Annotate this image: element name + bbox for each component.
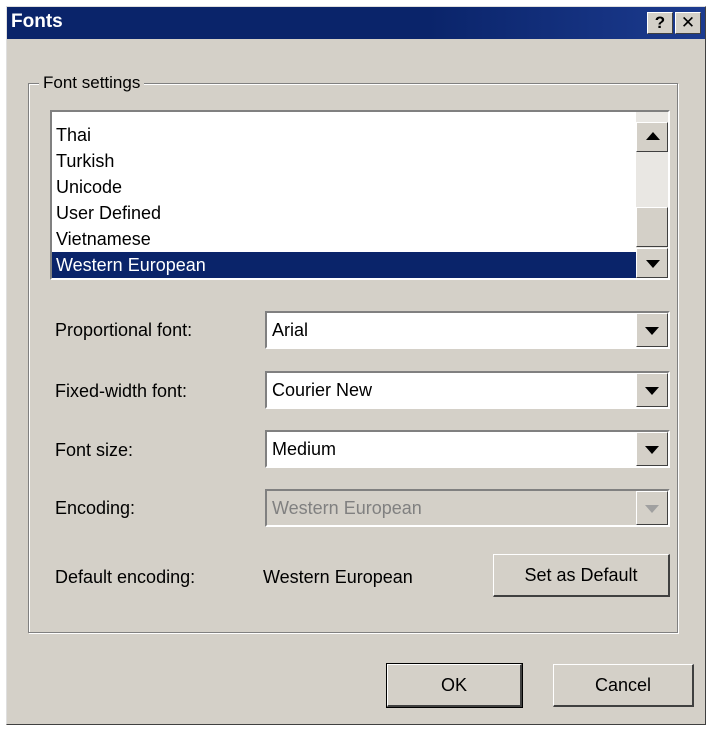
- list-item[interactable]: Unicode: [56, 174, 122, 200]
- fixed-width-font-dropdown-button[interactable]: [636, 373, 668, 407]
- chevron-down-icon: [645, 446, 659, 454]
- encoding-value: Western European: [272, 498, 422, 518]
- font-size-value: Medium: [272, 439, 337, 459]
- ok-button[interactable]: OK: [386, 663, 523, 708]
- fixed-width-font-label: Fixed-width font:: [55, 381, 188, 401]
- proportional-font-dropdown-button[interactable]: [636, 313, 668, 347]
- scroll-up-button[interactable]: [636, 122, 668, 152]
- fixed-width-font-value: Courier New: [272, 380, 373, 400]
- font-size-select[interactable]: Medium: [265, 430, 670, 468]
- character-set-list[interactable]: Thai Turkish Unicode User Defined Vietna…: [50, 110, 670, 280]
- fixed-width-font-select[interactable]: Courier New: [265, 371, 670, 409]
- vertical-scrollbar[interactable]: [636, 112, 668, 278]
- set-as-default-button[interactable]: Set as Default: [493, 554, 670, 597]
- encoding-label: Encoding:: [55, 498, 136, 518]
- list-item-selected[interactable]: Western European: [52, 252, 638, 278]
- chevron-down-icon: [645, 387, 659, 395]
- chevron-down-icon: [645, 505, 659, 513]
- proportional-font-select[interactable]: Arial: [265, 311, 670, 349]
- proportional-font-label: Proportional font:: [55, 320, 193, 340]
- help-icon: ?: [654, 13, 666, 32]
- list-item[interactable]: Thai: [56, 122, 91, 148]
- font-size-dropdown-button[interactable]: [636, 432, 668, 466]
- default-encoding-label: Default encoding:: [55, 567, 196, 587]
- down-arrow-icon: [646, 260, 660, 268]
- close-button[interactable]: ✕: [675, 12, 701, 34]
- font-size-label: Font size:: [55, 440, 134, 460]
- default-encoding-value: Western European: [263, 567, 413, 587]
- group-legend: Font settings: [39, 73, 145, 93]
- window-title: Fonts: [11, 11, 63, 32]
- proportional-font-value: Arial: [272, 320, 309, 340]
- close-icon: ✕: [680, 13, 696, 32]
- encoding-dropdown-button: [636, 491, 668, 525]
- list-item[interactable]: Turkish: [56, 148, 114, 174]
- help-button[interactable]: ?: [647, 12, 673, 34]
- chevron-down-icon: [645, 327, 659, 335]
- title-bar[interactable]: Fonts ? ✕: [7, 7, 705, 39]
- up-arrow-icon: [646, 132, 660, 140]
- scroll-down-button[interactable]: [636, 248, 668, 278]
- list-item[interactable]: User Defined: [56, 200, 161, 226]
- list-item[interactable]: Vietnamese: [56, 226, 151, 252]
- encoding-select: Western European: [265, 489, 670, 527]
- cancel-button[interactable]: Cancel: [553, 664, 694, 707]
- scroll-thumb[interactable]: [636, 207, 668, 247]
